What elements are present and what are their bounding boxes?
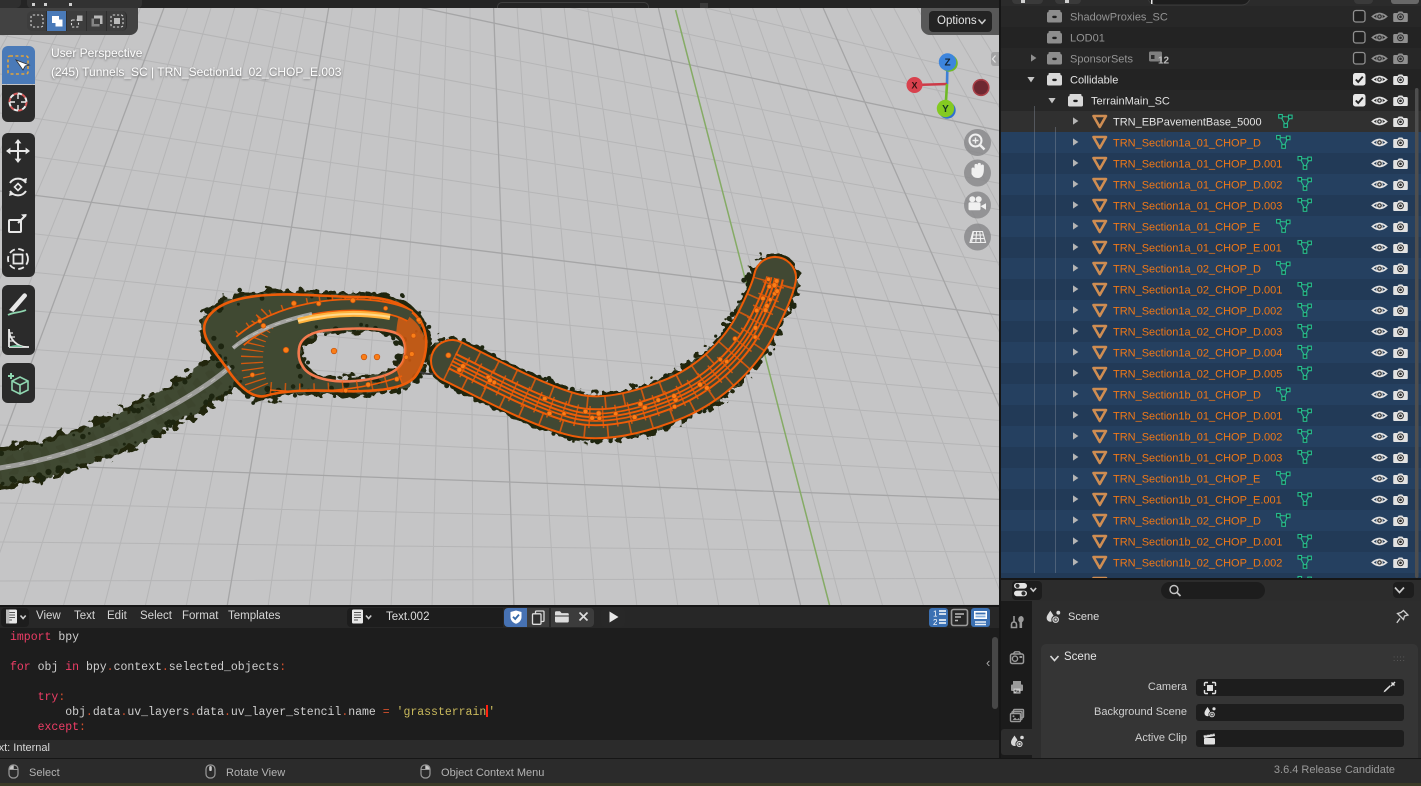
svg-text:TRN_Section1a_02_CHOP_D.004: TRN_Section1a_02_CHOP_D.004	[1113, 348, 1282, 360]
svg-text:TRN_Section1a_02_CHOP_D.001: TRN_Section1a_02_CHOP_D.001	[1113, 285, 1282, 297]
svg-text:ShadowProxies_SC: ShadowProxies_SC	[1070, 12, 1168, 24]
svg-text:TRN_Section1b_01_CHOP_D.001: TRN_Section1b_01_CHOP_D.001	[1113, 411, 1282, 423]
svg-text:TRN_Section1b_01_CHOP_E: TRN_Section1b_01_CHOP_E	[1113, 474, 1260, 486]
svg-text:Z: Z	[944, 58, 950, 69]
svg-text:TRN_Section1a_02_CHOP_D.005: TRN_Section1a_02_CHOP_D.005	[1113, 369, 1282, 381]
svg-text:TRN_Section1a_01_CHOP_D.001: TRN_Section1a_01_CHOP_D.001	[1113, 159, 1282, 171]
svg-text:TerrainMain_SC: TerrainMain_SC	[1091, 96, 1170, 108]
svg-text:2: 2	[933, 618, 938, 627]
svg-text:TRN_Section1a_01_CHOP_D: TRN_Section1a_01_CHOP_D	[1113, 138, 1261, 150]
svg-text:SponsorSets: SponsorSets	[1070, 54, 1133, 66]
svg-text:TRN_Section1b_02_CHOP_D.002: TRN_Section1b_02_CHOP_D.002	[1113, 558, 1282, 570]
svg-text:TRN_Section1a_01_CHOP_E: TRN_Section1a_01_CHOP_E	[1113, 222, 1260, 234]
svg-text:TRN_Section1b_01_CHOP_D.002: TRN_Section1b_01_CHOP_D.002	[1113, 432, 1282, 444]
svg-text:TRN_Section1a_02_CHOP_D.003: TRN_Section1a_02_CHOP_D.003	[1113, 327, 1282, 339]
svg-text:TRN_Section1a_01_CHOP_D.002: TRN_Section1a_01_CHOP_D.002	[1113, 180, 1282, 192]
svg-text:TRN_Section1a_01_CHOP_D.003: TRN_Section1a_01_CHOP_D.003	[1113, 201, 1282, 213]
svg-text:TRN_EBPavementBase_5000: TRN_EBPavementBase_5000	[1113, 117, 1262, 129]
svg-text:TRN_Section1b_01_CHOP_D: TRN_Section1b_01_CHOP_D	[1113, 390, 1261, 402]
svg-text:TRN_Section1b_02_CHOP_D.001: TRN_Section1b_02_CHOP_D.001	[1113, 537, 1282, 549]
svg-text:TRN_Section1a_01_CHOP_E.001: TRN_Section1a_01_CHOP_E.001	[1113, 243, 1282, 255]
svg-text:TRN_Section1a_02_CHOP_D: TRN_Section1a_02_CHOP_D	[1113, 264, 1261, 276]
svg-text:Y: Y	[942, 104, 949, 115]
svg-text:TRN_Section1a_02_CHOP_D.002: TRN_Section1a_02_CHOP_D.002	[1113, 306, 1282, 318]
svg-text:LOD01: LOD01	[1070, 33, 1105, 45]
svg-text:TRN_Section1b_01_CHOP_D.003: TRN_Section1b_01_CHOP_D.003	[1113, 453, 1282, 465]
svg-text:X: X	[911, 80, 917, 90]
svg-text:TRN_Section1b_01_CHOP_E.001: TRN_Section1b_01_CHOP_E.001	[1113, 495, 1282, 507]
svg-text:TRN_Section1b_02_CHOP_D: TRN_Section1b_02_CHOP_D	[1113, 516, 1261, 528]
svg-text:Collidable: Collidable	[1070, 75, 1118, 87]
svg-text:12: 12	[1158, 56, 1170, 67]
